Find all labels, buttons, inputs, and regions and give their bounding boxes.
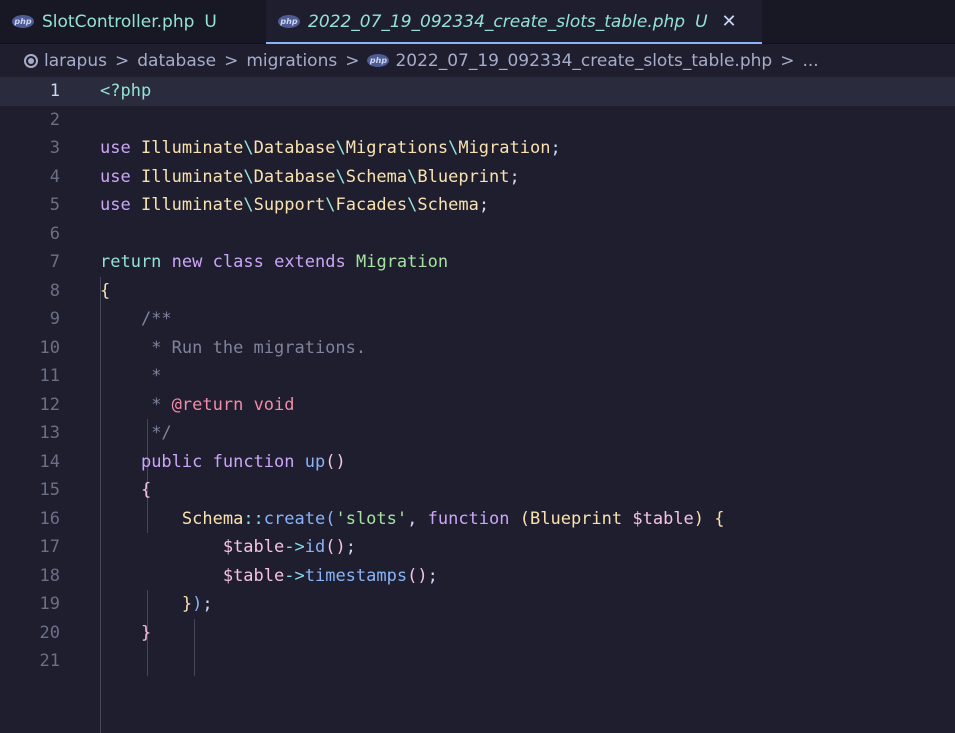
breadcrumb-item[interactable]: database bbox=[137, 51, 216, 71]
line-number: 17 bbox=[39, 537, 60, 558]
code-line: 18 $table->timestamps(); bbox=[0, 562, 955, 591]
code-line: 21 bbox=[0, 647, 955, 676]
tab-slotcontroller[interactable]: php SlotController.php U bbox=[0, 0, 266, 43]
code-line: 7 return new class extends Migration bbox=[0, 248, 955, 277]
code-line: 8 { bbox=[0, 277, 955, 306]
chevron-right-icon: > bbox=[114, 50, 130, 71]
code-line: 1 <?php bbox=[0, 77, 955, 106]
workspace-icon bbox=[24, 53, 38, 68]
code-editor[interactable]: 1 <?php 2 3 use Illuminate\Database\Migr… bbox=[0, 77, 955, 733]
namespace: Database bbox=[253, 138, 336, 159]
namespace: Illuminate bbox=[140, 138, 244, 159]
chevron-right-icon: > bbox=[224, 50, 239, 71]
code-line: 14 public function up() bbox=[0, 448, 955, 477]
line-number: 11 bbox=[39, 366, 60, 387]
line-number: 12 bbox=[39, 394, 60, 415]
php-icon: php bbox=[367, 54, 390, 67]
line-number: 18 bbox=[39, 565, 60, 586]
line-number: 6 bbox=[49, 223, 60, 244]
chevron-right-icon: > bbox=[780, 50, 795, 71]
breadcrumb-item[interactable]: larapus bbox=[44, 51, 107, 71]
code-line: 4 use Illuminate\Database\Schema\Bluepri… bbox=[0, 163, 955, 192]
breadcrumb-item[interactable]: 2022_07_19_092334_create_slots_table.php bbox=[395, 51, 772, 71]
line-number: 21 bbox=[39, 651, 60, 672]
tab-create-slots-table[interactable]: php 2022_07_19_092334_create_slots_table… bbox=[266, 0, 762, 44]
line-number: 20 bbox=[39, 622, 60, 643]
line-number: 5 bbox=[49, 195, 60, 216]
line-number: 16 bbox=[39, 508, 60, 529]
breadcrumb-item[interactable]: ... bbox=[802, 51, 818, 71]
line-number: 2 bbox=[49, 109, 60, 130]
line-number: 3 bbox=[49, 138, 60, 159]
breadcrumb: larapus > database > migrations > php 20… bbox=[0, 44, 955, 77]
code-line: 10 * Run the migrations. bbox=[0, 334, 955, 363]
breadcrumb-item[interactable]: migrations bbox=[246, 51, 337, 71]
code-line: 15 { bbox=[0, 476, 955, 505]
keyword: use bbox=[100, 166, 131, 187]
tab-status: U bbox=[204, 11, 217, 32]
line-number: 14 bbox=[39, 451, 60, 472]
class-name: Migration bbox=[458, 138, 551, 159]
keyword: use bbox=[100, 195, 131, 216]
line-number: 4 bbox=[49, 166, 60, 187]
code-line: 20 } bbox=[0, 619, 955, 648]
line-number: 15 bbox=[39, 480, 60, 501]
line-number: 13 bbox=[39, 423, 60, 444]
tab-label: SlotController.php bbox=[42, 11, 195, 32]
php-open-tag: <?php bbox=[100, 81, 152, 102]
line-number: 10 bbox=[39, 337, 60, 358]
line-number: 8 bbox=[49, 280, 60, 301]
code-line: 12 * @return void bbox=[0, 391, 955, 420]
code-line: 3 use Illuminate\Database\Migrations\Mig… bbox=[0, 134, 955, 163]
tab-bar: php SlotController.php U php 2022_07_19_… bbox=[0, 0, 955, 44]
code-line: 5 use Illuminate\Support\Facades\Schema; bbox=[0, 191, 955, 220]
line-number: 19 bbox=[39, 594, 60, 615]
code-line: 9 /** bbox=[0, 305, 955, 334]
line-number: 1 bbox=[49, 81, 60, 102]
line-number: 7 bbox=[49, 252, 60, 273]
code-line: 6 bbox=[0, 220, 955, 249]
php-icon: php bbox=[12, 15, 34, 28]
code-line: 2 bbox=[0, 106, 955, 135]
tab-status: U bbox=[695, 11, 708, 32]
tab-label: 2022_07_19_092334_create_slots_table.php bbox=[308, 11, 686, 32]
code-line: 16 Schema::create('slots', function (Blu… bbox=[0, 505, 955, 534]
code-line: 19 }); bbox=[0, 590, 955, 619]
close-icon[interactable]: ✕ bbox=[722, 11, 737, 32]
chevron-right-icon: > bbox=[345, 50, 360, 71]
namespace: Migrations bbox=[345, 138, 449, 159]
code-line: 11 * bbox=[0, 362, 955, 391]
line-number: 9 bbox=[49, 309, 60, 330]
code-line: 13 */ bbox=[0, 419, 955, 448]
php-icon: php bbox=[278, 15, 300, 28]
keyword: use bbox=[100, 138, 131, 159]
code-line: 17 $table->id(); bbox=[0, 533, 955, 562]
